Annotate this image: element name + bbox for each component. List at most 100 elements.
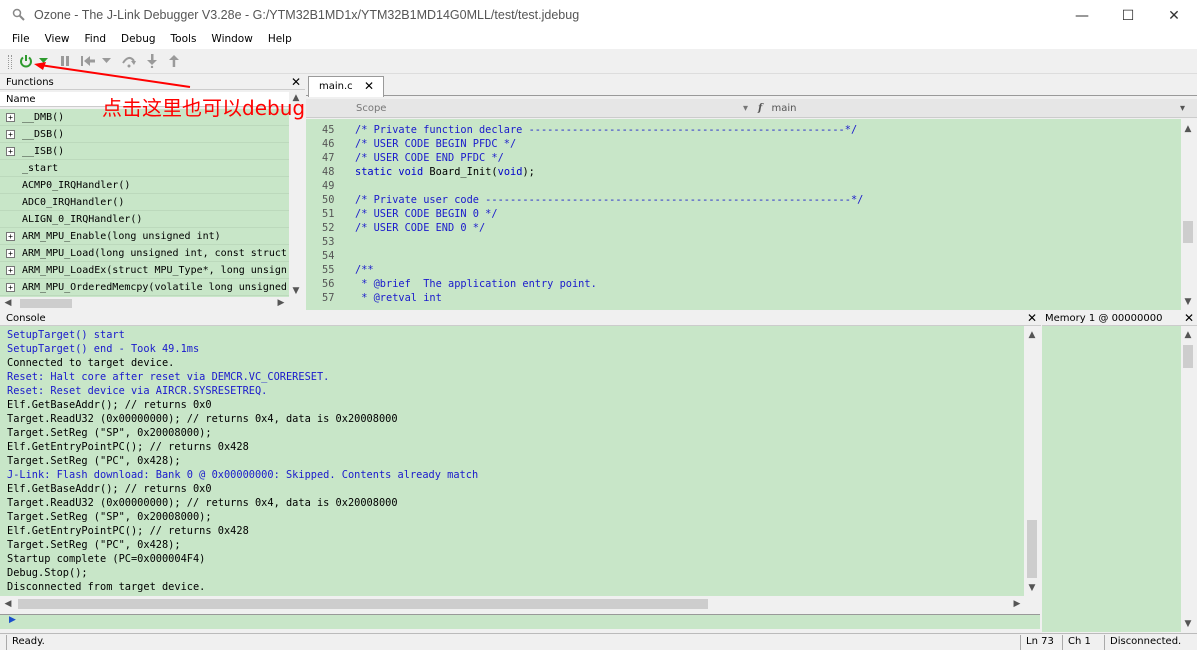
menu-file[interactable]: File (0, 32, 37, 49)
console-line: Reset: Halt core after reset via DEMCR.V… (7, 371, 330, 383)
line-number[interactable]: 57 (322, 291, 344, 305)
functions-horizontal-scrollbar[interactable]: ◀ ▶ (0, 297, 289, 309)
menu-find[interactable]: Find (77, 32, 114, 49)
menu-debug[interactable]: Debug (113, 32, 163, 49)
expand-plus-icon[interactable]: + (6, 249, 15, 258)
function-list-item[interactable]: + ARM_MPU_Load(long unsigned int, const s… (0, 245, 289, 262)
function-list-item[interactable]: + __DSB() (0, 126, 289, 143)
memory-view[interactable] (1042, 326, 1181, 632)
expand-plus-icon[interactable]: + (6, 113, 15, 122)
expand-plus-icon[interactable]: + (6, 147, 15, 156)
console-panel-header: Console ✕ (0, 311, 1041, 326)
memory-close-button[interactable]: ✕ (1182, 311, 1196, 325)
editor-tab-bar: main.c ✕ (306, 74, 1197, 97)
scroll-right-icon[interactable]: ▶ (1011, 598, 1023, 610)
console-horizontal-scrollbar[interactable]: ◀ ▶ (0, 597, 1025, 611)
console-scroll-thumb[interactable] (1027, 520, 1037, 578)
scroll-left-icon[interactable]: ◀ (2, 297, 14, 309)
expand-plus-icon[interactable]: + (6, 232, 15, 241)
tab-main-c[interactable]: main.c ✕ (308, 76, 384, 97)
line-number[interactable]: 52 (322, 221, 344, 235)
console-vertical-scrollbar[interactable]: ▲ ▼ (1025, 326, 1039, 596)
expand-plus-icon[interactable]: + (6, 130, 15, 139)
status-message: Ready. (6, 635, 1016, 650)
line-number[interactable]: 53 (322, 235, 344, 249)
scope-placeholder: Scope (356, 103, 387, 114)
scroll-left-icon[interactable]: ◀ (2, 598, 14, 610)
code-text: /* Private user code -------------------… (355, 194, 864, 206)
scroll-right-icon[interactable]: ▶ (275, 297, 287, 309)
function-name: ARM_MPU_OrderedMemcpy(volatile long unsi… (22, 282, 287, 293)
line-number[interactable]: 49 (322, 179, 344, 193)
editor-scroll-thumb[interactable] (1183, 221, 1193, 243)
window-title: Ozone - The J-Link Debugger V3.28e - G:/… (34, 8, 580, 22)
scroll-up-icon[interactable]: ▲ (1026, 329, 1038, 341)
maximize-button[interactable]: ☐ (1105, 0, 1151, 32)
functions-list: + __DMB() + __DSB() + __ISB() _start ACMP0_IRQH… (0, 109, 289, 297)
maximize-icon: ☐ (1121, 8, 1135, 24)
menu-bar: File View Find Debug Tools Window Help (0, 32, 1197, 49)
menu-help[interactable]: Help (260, 32, 299, 49)
title-bar: Ozone - The J-Link Debugger V3.28e - G:/… (0, 0, 1197, 32)
function-scope-dropdown[interactable]: f main ▾ (758, 101, 1188, 117)
code-text: * @retval int (355, 292, 442, 304)
line-number[interactable]: 45 (322, 123, 344, 137)
console-command-input[interactable]: ▶ (0, 614, 1040, 629)
function-list-item[interactable]: ADC0_IRQHandler() (0, 194, 289, 211)
scroll-up-icon[interactable]: ▲ (1182, 123, 1194, 135)
scroll-down-icon[interactable]: ▼ (1182, 618, 1194, 630)
console-close-button[interactable]: ✕ (1025, 311, 1039, 325)
menu-view[interactable]: View (37, 32, 77, 49)
status-bar: Ready. Ln 73 Ch 1 Disconnected. (0, 633, 1197, 650)
functions-vertical-scrollbar[interactable]: ▲ ▼ (289, 92, 303, 297)
scroll-down-icon[interactable]: ▼ (290, 285, 302, 297)
line-number[interactable]: 50 (322, 193, 344, 207)
function-list-item[interactable]: + ARM_MPU_Enable(long unsigned int) (0, 228, 289, 245)
scroll-down-icon[interactable]: ▼ (1182, 296, 1194, 308)
line-number[interactable]: 54 (322, 249, 344, 263)
function-list-item[interactable]: + __ISB() (0, 143, 289, 160)
memory-scroll-thumb[interactable] (1183, 345, 1193, 368)
menu-tools[interactable]: Tools (163, 32, 204, 49)
line-number[interactable]: 46 (322, 137, 344, 151)
console-line: Target.SetReg ("SP", 0x20008000); (7, 511, 212, 523)
scroll-down-icon[interactable]: ▼ (1026, 582, 1038, 594)
function-list-item[interactable]: _start (0, 160, 289, 177)
tab-close-icon[interactable]: ✕ (364, 77, 374, 96)
expand-plus-icon[interactable]: + (6, 266, 15, 275)
code-text: * @brief The application entry point. (355, 278, 597, 290)
code-text: /* USER CODE END PFDC */ (355, 152, 504, 164)
console-line: Target.ReadU32 (0x00000000); // returns … (7, 497, 398, 509)
status-line: Ln 73 (1020, 635, 1062, 650)
functions-close-button[interactable]: ✕ (289, 75, 303, 89)
console-output[interactable]: SetupTarget() start SetupTarget() end - T… (0, 326, 1024, 596)
function-name: ARM_MPU_LoadEx(struct MPU_Type*, long un… (22, 265, 287, 276)
expand-plus-icon[interactable]: + (6, 283, 15, 292)
scroll-up-icon[interactable]: ▲ (1182, 329, 1194, 341)
editor-vertical-scrollbar[interactable]: ▲ ▼ (1181, 119, 1195, 310)
function-list-item[interactable]: ACMP0_IRQHandler() (0, 177, 289, 194)
function-name: _start (22, 163, 59, 174)
prompt-arrow-icon: ▶ (9, 615, 16, 625)
console-hscroll-thumb[interactable] (18, 599, 708, 609)
function-list-item[interactable]: + ARM_MPU_LoadEx(struct MPU_Type*, long u… (0, 262, 289, 279)
console-line: Target.SetReg ("SP", 0x20008000); (7, 427, 212, 439)
function-list-item[interactable]: + ARM_MPU_OrderedMemcpy(volatile long uns… (0, 279, 289, 296)
console-line: Reset: Reset device via AIRCR.SYSRESETRE… (7, 385, 268, 397)
functions-scroll-thumb[interactable] (20, 299, 72, 308)
close-button[interactable]: ✕ (1151, 0, 1197, 32)
line-number[interactable]: 55 (322, 263, 344, 277)
menu-window[interactable]: Window (203, 32, 259, 49)
scope-dropdown[interactable]: Scope ▾ (356, 101, 751, 117)
line-number[interactable]: 48 (322, 165, 344, 179)
source-code-view[interactable]: 45 /* Private function declare ----------… (306, 119, 1181, 310)
line-number[interactable]: 51 (322, 207, 344, 221)
function-list-item[interactable]: ALIGN_0_IRQHandler() (0, 211, 289, 228)
memory-vertical-scrollbar[interactable]: ▲ ▼ (1181, 326, 1195, 632)
code-text: /* Private function declare ------------… (355, 124, 858, 136)
console-panel-title: Console (6, 313, 46, 324)
line-number[interactable]: 47 (322, 151, 344, 165)
minimize-button[interactable]: — (1059, 0, 1105, 32)
chevron-down-icon: ▾ (742, 103, 748, 114)
line-number[interactable]: 56 (322, 277, 344, 291)
